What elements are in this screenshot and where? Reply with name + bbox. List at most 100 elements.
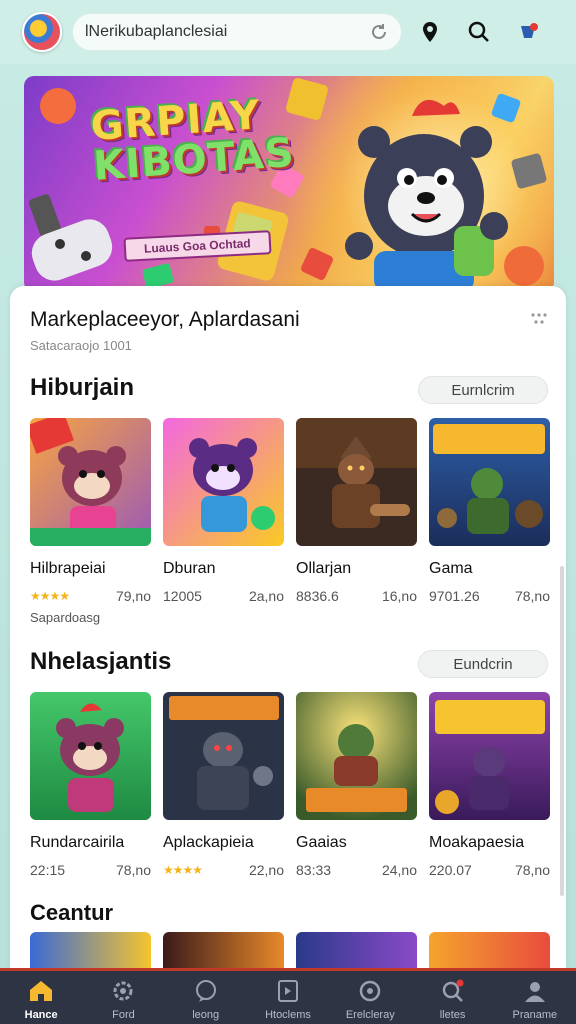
scrollbar[interactable] bbox=[560, 566, 564, 896]
bottom-navigation: Hance Ford leong Htoclems Erelcleray lle… bbox=[0, 968, 576, 1024]
search-icon[interactable] bbox=[468, 21, 490, 43]
nav-erelcleray[interactable]: Erelcleray bbox=[334, 979, 406, 1021]
game-title: Aplackapieia bbox=[163, 834, 254, 851]
location-pin-icon[interactable] bbox=[420, 21, 440, 43]
section-1-grid: Hilbrapeiai ★★★★ 79,no Dburan 12005 2a,n… bbox=[30, 418, 550, 604]
game-meta: 12005 2a,no bbox=[163, 588, 284, 604]
search-input[interactable]: lNerikubaplanclesiai bbox=[72, 13, 402, 51]
game-card[interactable]: Gaaias 83:33 24,no bbox=[296, 692, 417, 878]
marketplace-title: Markeplaceeyor, Aplardasani bbox=[30, 308, 300, 331]
search-input-value[interactable]: lNerikubaplanclesiai bbox=[85, 23, 369, 41]
game-card[interactable]: Dburan 12005 2a,no bbox=[163, 418, 284, 604]
game-title: Rundarcairila bbox=[30, 834, 125, 851]
game-price: 2a,no bbox=[248, 588, 284, 604]
nav-praname[interactable]: Praname bbox=[499, 979, 571, 1021]
game-rating: 22:15 bbox=[30, 862, 66, 878]
game-card[interactable] bbox=[30, 932, 151, 968]
game-card[interactable]: Ollarjan 8836.6 16,no bbox=[296, 418, 417, 604]
game-meta: ★★★★ 22,no bbox=[163, 862, 284, 878]
game-rating: 83:33 bbox=[296, 862, 332, 878]
refresh-circle-icon bbox=[360, 980, 381, 1002]
nav-label: leong bbox=[192, 1009, 220, 1021]
game-thumbnail[interactable] bbox=[30, 692, 151, 820]
game-title: Gama bbox=[429, 560, 473, 577]
rating-stars: ★★★★ bbox=[163, 863, 203, 877]
game-thumbnail[interactable] bbox=[429, 418, 550, 546]
game-price: 16,no bbox=[381, 588, 417, 604]
game-price: 78,no bbox=[514, 862, 550, 878]
content-sheet: Markeplaceeyor, Aplardasani Satacaraojo … bbox=[10, 286, 566, 976]
rating-stars: ★★★★ bbox=[30, 589, 70, 603]
banner-title: GRPIAY KIBOTAS bbox=[89, 92, 296, 190]
home-icon bbox=[30, 981, 53, 1001]
refresh-icon[interactable] bbox=[369, 22, 389, 42]
game-thumbnail[interactable] bbox=[296, 418, 417, 546]
nav-htoclems[interactable]: Htoclems bbox=[252, 979, 324, 1021]
nav-ford[interactable]: Ford bbox=[87, 979, 159, 1021]
game-title: Hilbrapeiai bbox=[30, 560, 106, 577]
game-card[interactable]: Aplackapieia ★★★★ 22,no bbox=[163, 692, 284, 878]
more-options-icon[interactable] bbox=[530, 312, 548, 331]
game-thumbnail[interactable] bbox=[296, 932, 417, 968]
game-price: 22,no bbox=[248, 862, 284, 878]
game-thumbnail[interactable] bbox=[30, 418, 151, 546]
nav-label: Praname bbox=[512, 1009, 558, 1021]
game-title: Dburan bbox=[163, 560, 216, 577]
section-2-more-button[interactable]: Eundcrin bbox=[418, 650, 548, 678]
game-thumbnail[interactable] bbox=[163, 932, 284, 968]
game-meta: 220.07 78,no bbox=[429, 862, 550, 878]
app-logo[interactable] bbox=[22, 12, 62, 52]
game-rating: 220.07 bbox=[429, 862, 472, 878]
game-thumbnail[interactable] bbox=[429, 692, 550, 820]
search-alert-icon bbox=[442, 979, 464, 1002]
section-title-1: Hiburjain bbox=[30, 374, 135, 401]
game-price: 78,no bbox=[115, 862, 151, 878]
game-meta: ★★★★ 79,no bbox=[30, 588, 151, 604]
chat-icon bbox=[195, 980, 216, 1002]
game-card[interactable]: Rundarcairila 22:15 78,no bbox=[30, 692, 151, 878]
game-rating: 8836.6 bbox=[296, 588, 339, 604]
game-meta: 9701.26 78,no bbox=[429, 588, 550, 604]
section-title-3: Ceantur bbox=[30, 900, 114, 925]
game-card[interactable]: Moakapaesia 220.07 78,no bbox=[429, 692, 550, 878]
gear-icon bbox=[113, 981, 133, 1001]
game-title: Gaaias bbox=[296, 834, 347, 851]
nav-lletes[interactable]: lletes bbox=[417, 979, 489, 1021]
top-actions bbox=[420, 21, 540, 43]
section-1-more-button[interactable]: Eurnlcrim bbox=[418, 376, 548, 404]
game-card[interactable] bbox=[296, 932, 417, 968]
nav-label: Hance bbox=[24, 1009, 58, 1021]
game-card[interactable]: Hilbrapeiai ★★★★ 79,no bbox=[30, 418, 151, 604]
section-2-grid: Rundarcairila 22:15 78,no Aplackapieia ★… bbox=[30, 692, 550, 878]
game-thumbnail[interactable] bbox=[296, 692, 417, 820]
game-rating: 12005 bbox=[163, 588, 202, 604]
section-1-note: Sapardoasg bbox=[30, 610, 101, 625]
nav-label: Erelcleray bbox=[345, 1009, 395, 1021]
top-bar: lNerikubaplanclesiai bbox=[0, 0, 576, 64]
game-thumbnail[interactable] bbox=[163, 692, 284, 820]
game-price: 24,no bbox=[381, 862, 417, 878]
game-thumbnail[interactable] bbox=[30, 932, 151, 968]
game-meta: 8836.6 16,no bbox=[296, 588, 417, 604]
game-card[interactable]: Gama 9701.26 78,no bbox=[429, 418, 550, 604]
game-price: 78,no bbox=[514, 588, 550, 604]
game-title: Ollarjan bbox=[296, 560, 352, 577]
nav-label: Ford bbox=[112, 1009, 135, 1021]
promo-banner[interactable]: GRPIAY KIBOTAS Luaus Goa Ochtad bbox=[24, 76, 554, 292]
game-rating: 9701.26 bbox=[429, 588, 480, 604]
game-title: Moakapaesia bbox=[429, 834, 525, 851]
box-icon bbox=[277, 980, 298, 1002]
game-card[interactable] bbox=[163, 932, 284, 968]
game-thumbnail[interactable] bbox=[429, 932, 550, 968]
section-title-2: Nhelasjantis bbox=[30, 648, 172, 675]
nav-leong[interactable]: leong bbox=[170, 979, 242, 1021]
section-3-grid bbox=[30, 932, 550, 968]
marketplace-subtitle: Satacaraojo 1001 bbox=[30, 338, 132, 353]
nav-label: lletes bbox=[439, 1009, 466, 1021]
game-price: 79,no bbox=[115, 588, 151, 604]
notification-badge-icon[interactable] bbox=[518, 21, 540, 43]
game-card[interactable] bbox=[429, 932, 550, 968]
game-thumbnail[interactable] bbox=[163, 418, 284, 546]
profile-icon bbox=[524, 982, 545, 1002]
nav-home[interactable]: Hance bbox=[5, 979, 77, 1021]
